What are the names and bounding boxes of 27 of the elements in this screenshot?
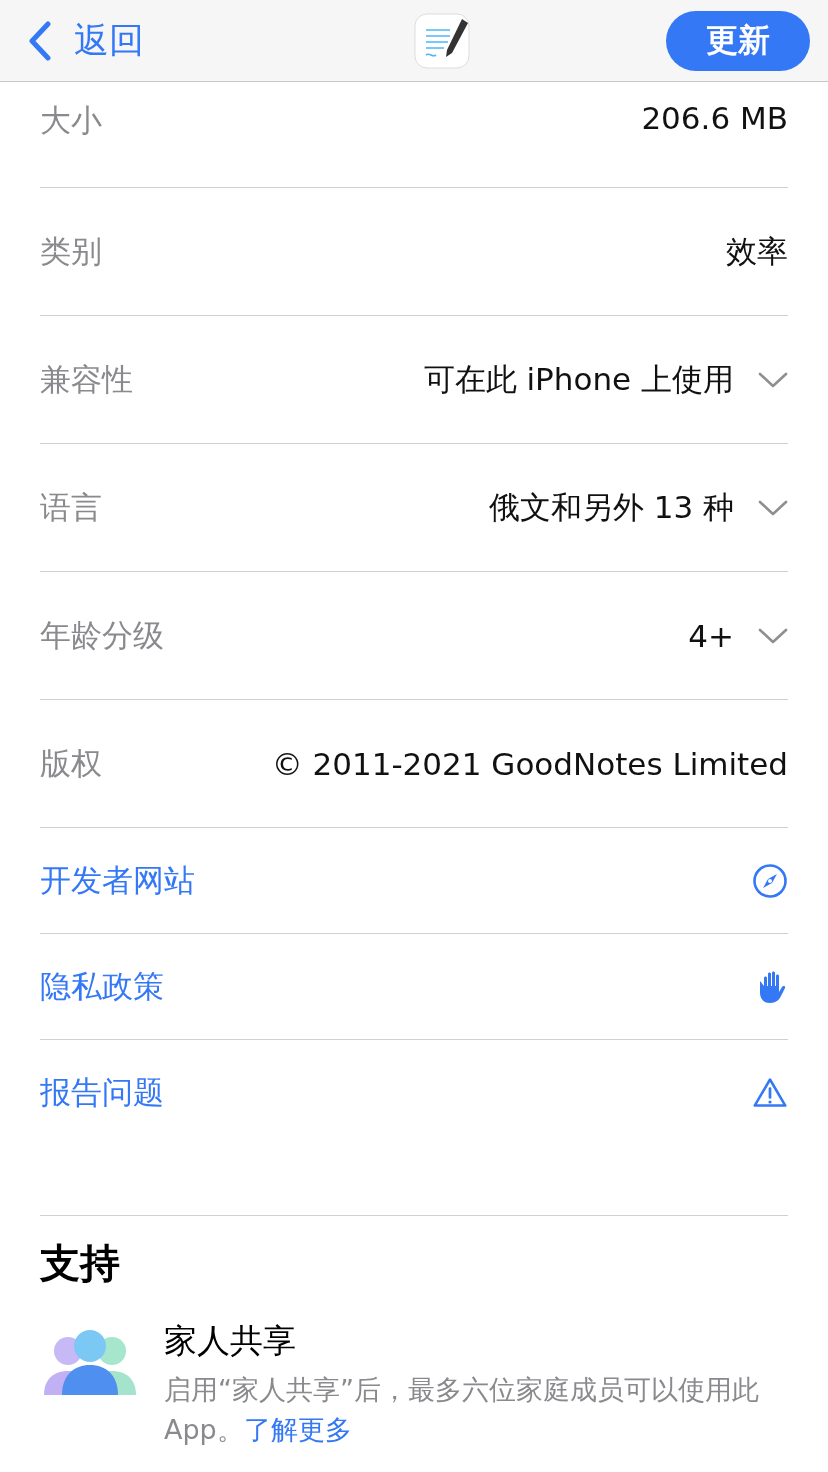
learn-more-link[interactable]: 了解更多 [243, 1414, 352, 1445]
info-value: 可在此 iPhone 上使用 [423, 359, 734, 399]
section-title: 支持 [40, 1239, 121, 1288]
link-row-label[interactable]: 报告问题 [40, 1071, 164, 1114]
info-label: 语言 [40, 487, 102, 527]
family-sharing-description: 启用“家人共享”后，最多六位家庭成员可以使用此 App。了解更多 [164, 1373, 760, 1447]
info-label: 版权 [40, 743, 102, 783]
compass-icon [752, 862, 788, 899]
back-chevron-icon [28, 20, 52, 61]
update-button[interactable]: 更新 [666, 10, 810, 71]
info-label: 类别 [40, 231, 102, 271]
info-label: 大小 [40, 101, 102, 140]
info-value: 206.6 MB [641, 100, 788, 136]
info-value: 俄文和另外 13 种 [488, 487, 734, 527]
info-label: 兼容性 [40, 359, 133, 399]
link-row-label[interactable]: 开发者网站 [40, 859, 195, 902]
info-value: 效率 [726, 231, 788, 271]
info-value: 4+ [688, 617, 734, 654]
family-sharing-title: 家人共享 [164, 1320, 297, 1362]
info-label: 年龄分级 [40, 615, 164, 655]
chevron-down-icon[interactable] [758, 370, 788, 389]
notebook-pen-icon [414, 12, 470, 69]
link-row-label[interactable]: 隐私政策 [40, 965, 164, 1008]
info-value: © 2011-2021 GoodNotes Limited [271, 745, 788, 782]
back-button[interactable]: 返回 [28, 17, 158, 64]
chevron-down-icon[interactable] [758, 626, 788, 645]
chevron-down-icon[interactable] [758, 498, 788, 517]
